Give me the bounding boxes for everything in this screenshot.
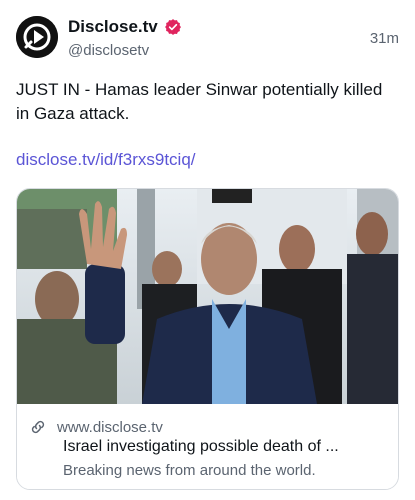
card-description: Breaking news from around the world.	[63, 462, 316, 479]
name-row: Disclose.tv	[68, 16, 182, 38]
post-header: Disclose.tv @disclosetv 31m	[16, 16, 399, 64]
verified-badge-icon	[164, 19, 181, 35]
disclose-logo-icon	[16, 16, 58, 58]
link-chain-icon	[31, 420, 45, 434]
author-block: Disclose.tv @disclosetv	[68, 16, 182, 59]
avatar[interactable]	[16, 16, 58, 58]
card-image	[17, 189, 398, 404]
author-handle[interactable]: @disclosetv	[68, 42, 182, 59]
link-preview-card[interactable]: www.disclose.tv Israel investigating pos…	[16, 188, 399, 490]
card-info: www.disclose.tv Israel investigating pos…	[17, 404, 398, 489]
author-name[interactable]: Disclose.tv	[68, 17, 158, 37]
card-domain: www.disclose.tv	[57, 418, 163, 436]
timestamp[interactable]: 31m	[370, 30, 399, 47]
post-text: JUST IN - Hamas leader Sinwar potentiall…	[16, 80, 383, 123]
post-link[interactable]: disclose.tv/id/f3rxs9tciq/	[16, 150, 196, 170]
card-domain-row: www.disclose.tv	[29, 418, 163, 436]
card-title: Israel investigating possible death of .…	[63, 438, 339, 455]
